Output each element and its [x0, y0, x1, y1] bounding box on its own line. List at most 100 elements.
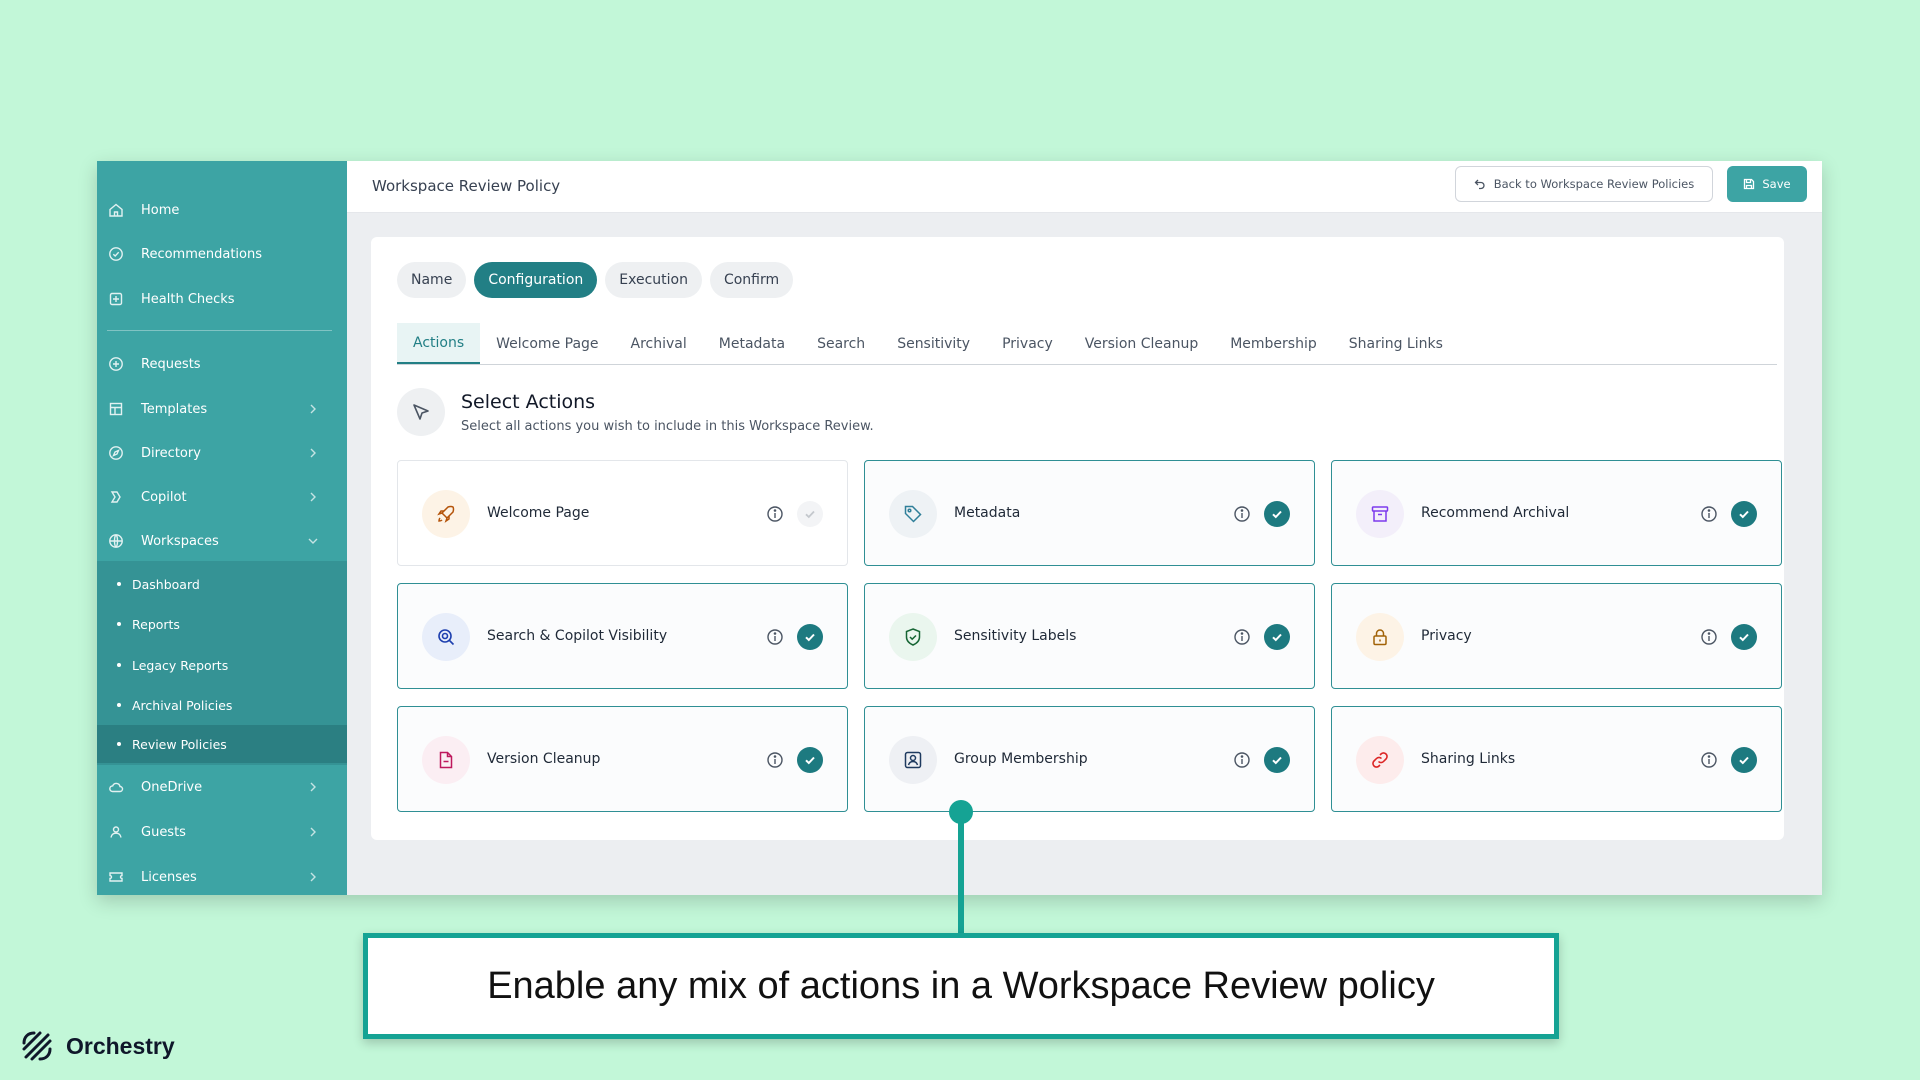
step-configuration[interactable]: Configuration	[474, 262, 598, 298]
sidebar-item-label: Copilot	[141, 489, 187, 505]
action-card-welcome-page[interactable]: Welcome Page	[397, 460, 848, 566]
sidebar-item-recommendations[interactable]: Recommendations	[97, 234, 347, 274]
sidebar-item-licenses[interactable]: Licenses	[97, 857, 347, 895]
sidebar-subitem-review-policies[interactable]: Review Policies	[97, 725, 347, 763]
recommendations-icon	[107, 245, 125, 263]
sidebar-item-health-checks[interactable]: Health Checks	[97, 279, 347, 319]
config-tabs: Actions Welcome Page Archival Metadata S…	[397, 323, 1777, 365]
sidebar-item-guests[interactable]: Guests	[97, 812, 347, 852]
action-card-search-copilot-visibility[interactable]: Search & Copilot Visibility	[397, 583, 848, 689]
cursor-pointer-icon	[397, 388, 445, 436]
sidebar-item-label: Recommendations	[141, 246, 263, 262]
info-icon[interactable]	[1232, 504, 1252, 524]
action-card-sharing-links[interactable]: Sharing Links	[1331, 706, 1782, 812]
tab-metadata[interactable]: Metadata	[703, 323, 801, 364]
sidebar-item-label: Workspaces	[141, 533, 219, 549]
sidebar-item-copilot[interactable]: Copilot	[97, 477, 347, 517]
action-card-sensitivity-labels[interactable]: Sensitivity Labels	[864, 583, 1315, 689]
sidebar-divider	[107, 330, 332, 331]
step-name[interactable]: Name	[397, 262, 467, 298]
archive-icon	[1356, 490, 1404, 538]
step-confirm[interactable]: Confirm	[709, 262, 794, 298]
section-title: Select Actions	[461, 391, 596, 413]
sidebar-subitem-label: Review Policies	[132, 736, 227, 752]
callout-box: Enable any mix of actions in a Workspace…	[363, 933, 1559, 1039]
action-label: Privacy	[1421, 628, 1472, 644]
action-card-recommend-archival[interactable]: Recommend Archival	[1331, 460, 1782, 566]
check-icon	[1739, 510, 1749, 519]
action-toggle-check[interactable]	[1731, 501, 1757, 527]
guests-icon	[107, 823, 125, 841]
action-card-privacy[interactable]: Privacy	[1331, 583, 1782, 689]
action-card-group-membership[interactable]: Group Membership	[864, 706, 1315, 812]
back-button[interactable]: Back to Workspace Review Policies	[1455, 166, 1713, 202]
callout-anchor-dot	[949, 800, 973, 824]
step-execution[interactable]: Execution	[605, 262, 702, 298]
info-icon[interactable]	[1232, 750, 1252, 770]
sidebar-item-templates[interactable]: Templates	[97, 389, 347, 429]
bullet-icon	[117, 703, 121, 707]
action-toggle-check[interactable]	[797, 624, 823, 650]
tab-welcome-page[interactable]: Welcome Page	[480, 323, 614, 364]
sidebar-item-home[interactable]: Home	[97, 190, 347, 230]
rocket-icon	[422, 490, 470, 538]
sidebar-item-label: Licenses	[141, 869, 197, 885]
sidebar-item-onedrive[interactable]: OneDrive	[97, 767, 347, 807]
tab-sharing-links[interactable]: Sharing Links	[1333, 323, 1459, 364]
sidebar-item-requests[interactable]: Requests	[97, 344, 347, 384]
sidebar-subitem-reports[interactable]: Reports	[97, 605, 347, 643]
health-checks-icon	[107, 290, 125, 308]
sidebar-item-label: Templates	[141, 401, 208, 417]
tab-archival[interactable]: Archival	[615, 323, 703, 364]
check-icon	[805, 510, 815, 519]
sidebar-subitem-dashboard[interactable]: Dashboard	[97, 565, 347, 603]
action-card-metadata[interactable]: Metadata	[864, 460, 1315, 566]
brand-logo: Orchestry	[18, 1027, 175, 1065]
action-label: Sensitivity Labels	[954, 628, 1077, 644]
sidebar-subitem-archival-policies[interactable]: Archival Policies	[97, 686, 347, 724]
workspaces-icon	[107, 532, 125, 550]
check-icon	[805, 633, 815, 642]
action-toggle-check[interactable]	[797, 747, 823, 773]
back-button-label: Back to Workspace Review Policies	[1493, 177, 1695, 191]
tab-privacy[interactable]: Privacy	[986, 323, 1069, 364]
action-toggle-check[interactable]	[1264, 747, 1290, 773]
action-toggle-check[interactable]	[1264, 624, 1290, 650]
tab-search[interactable]: Search	[801, 323, 881, 364]
info-icon[interactable]	[1699, 504, 1719, 524]
info-icon[interactable]	[765, 504, 785, 524]
tab-version-cleanup[interactable]: Version Cleanup	[1069, 323, 1214, 364]
chevron-right-icon	[310, 404, 316, 414]
tab-sensitivity[interactable]: Sensitivity	[881, 323, 986, 364]
info-icon[interactable]	[1699, 750, 1719, 770]
lock-icon	[1356, 613, 1404, 661]
section-subtitle: Select all actions you wish to include i…	[461, 419, 874, 434]
action-toggle-check[interactable]	[797, 501, 823, 527]
tab-actions[interactable]: Actions	[397, 323, 481, 364]
info-icon[interactable]	[1699, 627, 1719, 647]
action-toggle-check[interactable]	[1731, 624, 1757, 650]
save-button[interactable]: Save	[1727, 166, 1807, 202]
page-title: Workspace Review Policy	[372, 177, 561, 195]
action-label: Metadata	[954, 505, 1021, 521]
check-icon	[805, 756, 815, 765]
sidebar-item-directory[interactable]: Directory	[97, 433, 347, 473]
action-card-version-cleanup[interactable]: Version Cleanup	[397, 706, 848, 812]
home-icon	[107, 201, 125, 219]
action-label: Sharing Links	[1421, 751, 1516, 767]
info-icon[interactable]	[765, 627, 785, 647]
directory-icon	[107, 444, 125, 462]
info-icon[interactable]	[1232, 627, 1252, 647]
action-toggle-check[interactable]	[1264, 501, 1290, 527]
callout-connector	[958, 811, 964, 933]
chevron-right-icon	[310, 872, 316, 882]
info-icon[interactable]	[765, 750, 785, 770]
chevron-right-icon	[310, 448, 316, 458]
templates-icon	[107, 400, 125, 418]
sidebar-subitem-legacy-reports[interactable]: Legacy Reports	[97, 646, 347, 684]
tab-membership[interactable]: Membership	[1214, 323, 1333, 364]
sidebar-item-workspaces[interactable]: Workspaces	[97, 521, 347, 561]
sidebar-item-label: Requests	[141, 356, 201, 372]
copilot-icon	[107, 488, 125, 506]
action-toggle-check[interactable]	[1731, 747, 1757, 773]
